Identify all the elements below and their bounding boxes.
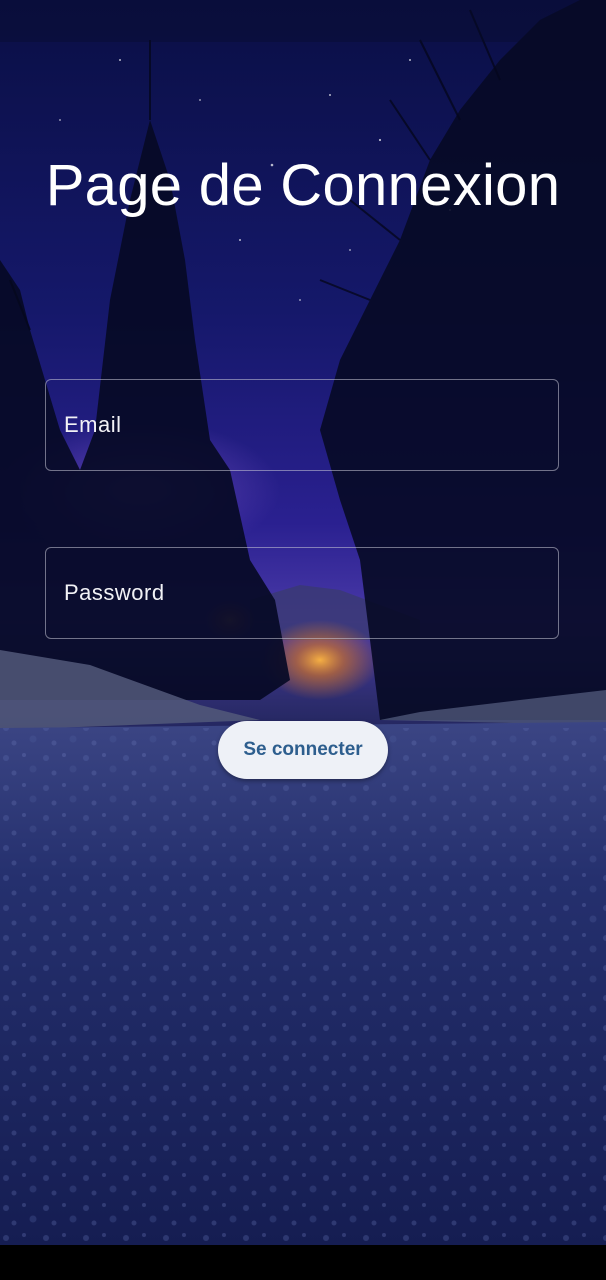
login-button[interactable]: Se connecter: [218, 721, 388, 779]
page-title: Page de Connexion: [45, 153, 561, 218]
status-bar: [0, 0, 606, 42]
navigation-bar: [0, 1245, 606, 1280]
login-screen: Page de Connexion Se connecter: [0, 0, 606, 1280]
email-input[interactable]: [46, 380, 558, 470]
email-field[interactable]: [45, 379, 559, 471]
password-input[interactable]: [46, 548, 558, 638]
password-field[interactable]: [45, 547, 559, 639]
